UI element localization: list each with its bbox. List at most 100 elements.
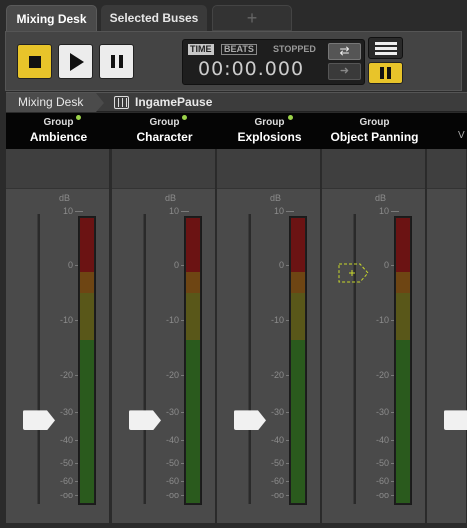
stop-icon — [28, 55, 41, 68]
meter-segment — [186, 293, 200, 340]
meter-segment — [396, 293, 410, 340]
channel-type: Group — [359, 117, 390, 128]
list-icon — [375, 42, 397, 45]
status-indicator — [76, 115, 81, 120]
fader-placeholder-icon[interactable] — [338, 263, 369, 283]
fader-track[interactable] — [143, 214, 146, 504]
db-scale-label: -50 — [270, 458, 284, 468]
db-scale-label: -50 — [59, 458, 73, 468]
strip-header-area — [427, 149, 466, 189]
db-scale-label: -40 — [375, 435, 389, 445]
db-scale-label: -30 — [375, 407, 389, 417]
db-scale-label: -20 — [270, 370, 284, 380]
tab-selected-buses[interactable]: Selected Buses — [101, 5, 207, 31]
channel-header-object-panning[interactable]: Group Object Panning — [322, 113, 427, 149]
db-scale-label: -40 — [59, 435, 73, 445]
meter-segment — [291, 218, 305, 272]
playback-status: STOPPED — [273, 44, 316, 54]
db-scale-label: -20 — [165, 370, 179, 380]
channel-strip-partial — [427, 149, 467, 523]
pause-icon — [380, 67, 384, 79]
meter-segment — [396, 340, 410, 503]
db-unit-label: dB — [270, 193, 282, 203]
transport-toolbar: TIME BEATS STOPPED 00:00.000 ⇄ ➜ — [5, 31, 462, 91]
add-tab-button[interactable]: + — [212, 5, 292, 31]
db-scale-label: -30 — [165, 407, 179, 417]
db-scale-label: -40 — [270, 435, 284, 445]
db-scale-label: 0 — [173, 260, 179, 270]
db-scale-label: -30 — [59, 407, 73, 417]
db-scale-label: -10 — [165, 315, 179, 325]
db-scale-tick — [391, 211, 399, 212]
fader-handle[interactable] — [444, 410, 467, 431]
channel-type: Group — [43, 117, 74, 128]
mixer-snapshot-icon — [114, 96, 129, 109]
breadcrumb-current[interactable]: IngamePause — [135, 93, 212, 112]
channel-name: Ambience — [29, 130, 88, 144]
channel-header-ambience[interactable]: Group Ambience — [6, 113, 111, 149]
breadcrumb: Mixing Desk IngamePause — [6, 92, 467, 112]
db-scale-label: 10 — [62, 206, 73, 216]
db-scale-label: -20 — [59, 370, 73, 380]
status-indicator — [182, 115, 187, 120]
db-scale-tick — [75, 211, 83, 212]
meter-segment — [291, 272, 305, 293]
play-button[interactable] — [58, 44, 93, 79]
beats-mode-toggle[interactable]: BEATS — [221, 44, 257, 55]
time-value: 00:00.000 — [198, 58, 305, 80]
breadcrumb-root[interactable]: Mixing Desk — [6, 93, 96, 112]
meter-segment — [80, 272, 94, 293]
play-icon — [70, 52, 84, 71]
meter-segment — [291, 293, 305, 340]
tab-mixing-desk[interactable]: Mixing Desk — [6, 5, 97, 31]
next-arrow-button[interactable]: ➜ — [328, 63, 361, 80]
fader-track[interactable] — [248, 214, 251, 504]
channel-name: Character — [136, 130, 193, 144]
level-meter — [78, 216, 96, 505]
time-mode-toggle[interactable]: TIME — [188, 44, 214, 55]
meter-segment — [80, 218, 94, 272]
channel-header-character[interactable]: Group Character — [112, 113, 217, 149]
db-scale-label: -40 — [165, 435, 179, 445]
strip-header-area — [6, 149, 109, 189]
db-scale-label: 0 — [383, 260, 389, 270]
ingame-pause-toggle[interactable] — [368, 62, 403, 84]
db-scale-label: -10 — [270, 315, 284, 325]
meter-segment — [186, 340, 200, 503]
channel-header-explosions[interactable]: Group Explosions — [217, 113, 322, 149]
db-scale-tick — [181, 211, 189, 212]
strip-header-area — [217, 149, 320, 189]
strip-body — [427, 190, 466, 523]
fader-track[interactable] — [353, 214, 356, 504]
db-scale-label: 10 — [168, 206, 179, 216]
db-scale-label: -60 — [375, 476, 389, 486]
meter-segment — [186, 272, 200, 293]
db-unit-label: dB — [59, 193, 71, 203]
breadcrumb-separator-icon — [96, 93, 104, 112]
list-view-button[interactable] — [368, 37, 403, 59]
db-unit-label: dB — [375, 193, 387, 203]
fader-track[interactable] — [37, 214, 40, 504]
meter-segment — [80, 340, 94, 503]
meter-segment — [291, 340, 305, 503]
stop-button[interactable] — [17, 44, 52, 79]
db-scale-label: -50 — [165, 458, 179, 468]
meter-segment — [396, 272, 410, 293]
db-scale-label: 0 — [278, 260, 284, 270]
db-scale-label: -50 — [375, 458, 389, 468]
status-indicator — [288, 115, 293, 120]
db-scale-label: 0 — [67, 260, 73, 270]
db-scale-label: -30 — [270, 407, 284, 417]
db-scale-label: -10 — [59, 315, 73, 325]
loop-button[interactable]: ⇄ — [328, 43, 361, 60]
strip-header-area — [112, 149, 215, 189]
db-scale-label: -60 — [270, 476, 284, 486]
scroll-right-indicator[interactable]: V — [458, 130, 467, 149]
level-meter — [394, 216, 412, 505]
tab-bar: Mixing Desk Selected Buses + — [0, 0, 467, 31]
pause-button[interactable] — [99, 44, 134, 79]
channel-type: Group — [254, 117, 285, 128]
strip-header-area — [322, 149, 425, 189]
db-scale-label: -60 — [165, 476, 179, 486]
time-display: TIME BEATS STOPPED 00:00.000 ⇄ ➜ — [182, 39, 365, 85]
